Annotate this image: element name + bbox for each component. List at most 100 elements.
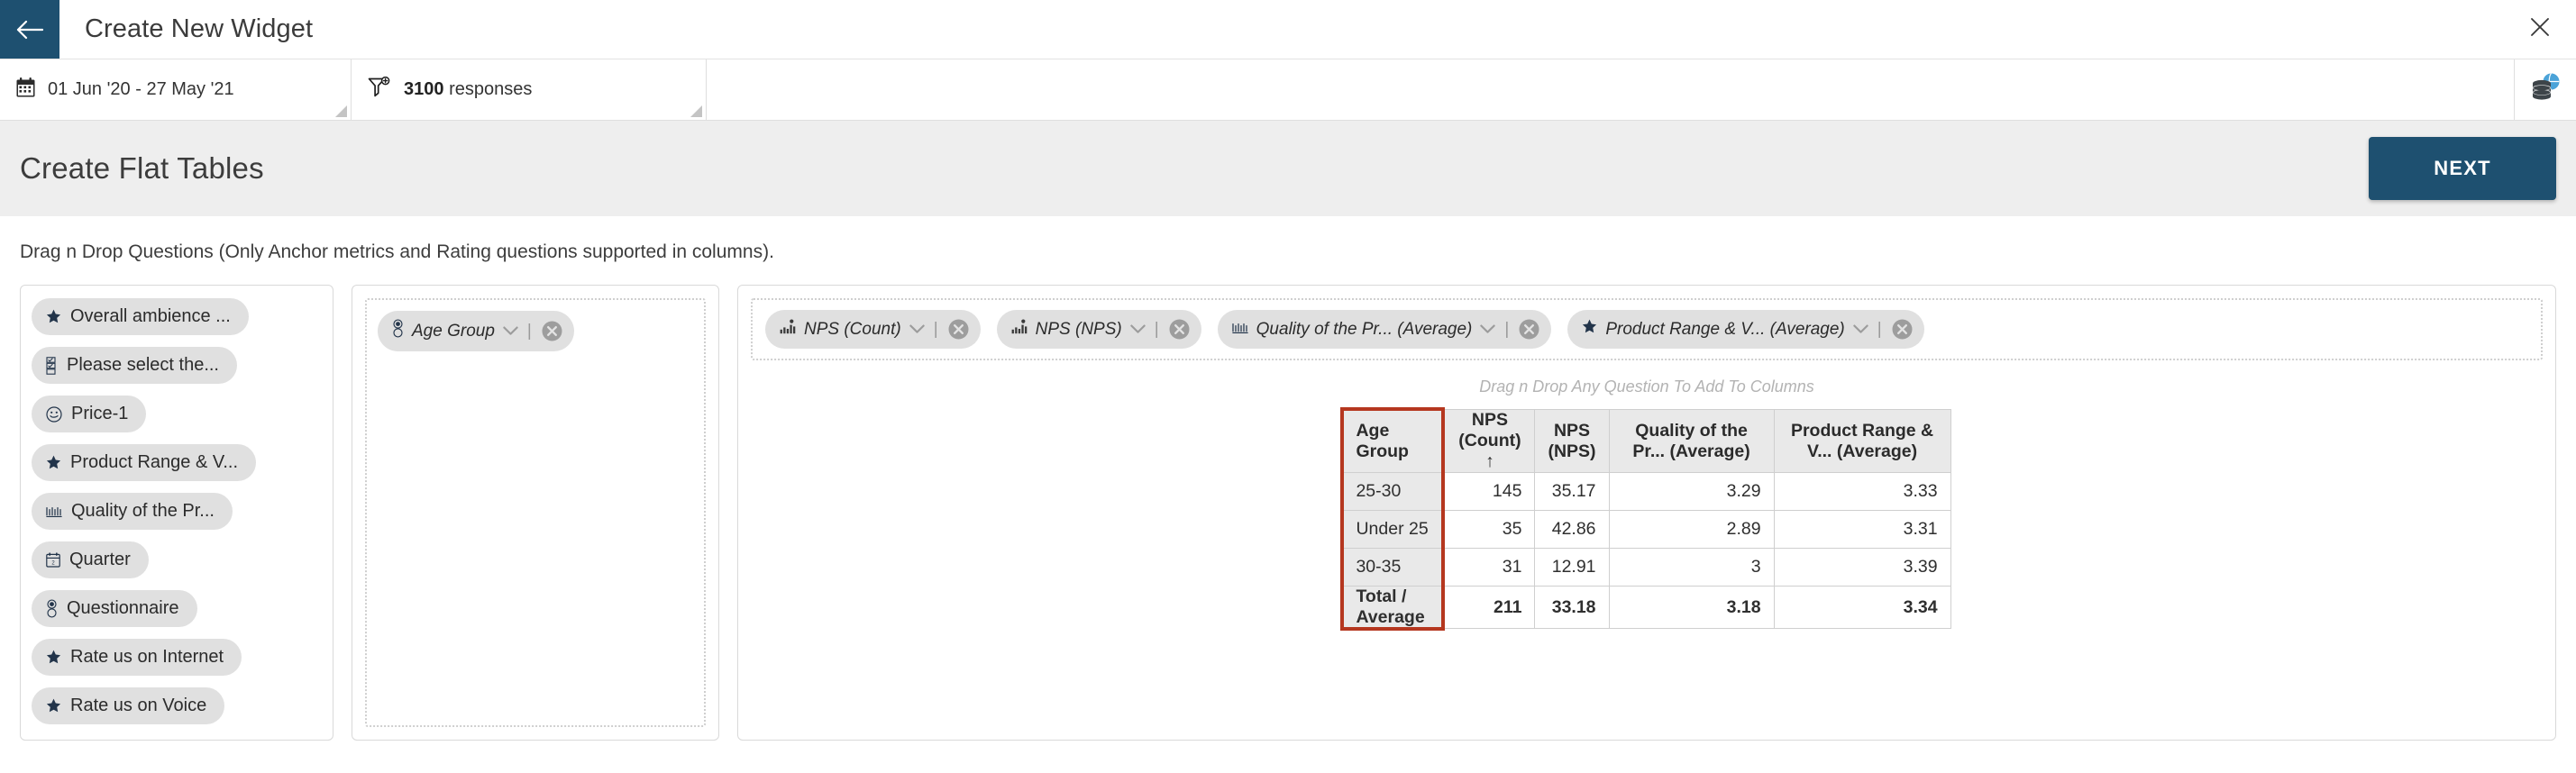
row-dimension-cell: Under 25	[1342, 510, 1446, 549]
remove-circle-icon[interactable]	[947, 318, 970, 341]
palette-item-label: Price-1	[71, 404, 129, 423]
palette-item-label: Rate us on Internet	[70, 647, 224, 667]
title-bar-spacer	[313, 0, 2504, 59]
chevron-down-icon[interactable]	[1480, 324, 1496, 334]
calendar-small-icon: 2	[46, 552, 60, 568]
palette-item-label: Quality of the Pr...	[71, 501, 215, 521]
row-dimension-cell: Total / Average	[1342, 586, 1446, 629]
palette-item[interactable]: 2 Quarter	[32, 541, 149, 578]
columns-drop-hint: Drag n Drop Any Question To Add To Colum…	[1479, 377, 1814, 396]
table-row[interactable]: Under 25 35 42.86 2.89 3.31	[1342, 510, 1951, 549]
row-value-cell: 2.89	[1608, 510, 1775, 549]
row-value-cell: 3.39	[1773, 548, 1951, 587]
palette-item-label: Rate us on Voice	[70, 696, 207, 715]
remove-circle-icon[interactable]	[1168, 318, 1191, 341]
palette-item[interactable]: Rate us on Voice	[32, 687, 225, 724]
calendar-icon	[16, 77, 35, 103]
row-value-cell: 211	[1444, 586, 1536, 629]
palette-item[interactable]: Rate us on Internet	[32, 639, 242, 676]
table-row[interactable]: 30-35 31 12.91 3 3.39	[1342, 548, 1951, 587]
row-value-cell: 3.33	[1773, 472, 1951, 511]
page-header: Create Flat Tables NEXT	[0, 121, 2576, 216]
row-dimension-cell: 30-35	[1342, 548, 1446, 587]
chevron-down-icon[interactable]	[1130, 324, 1146, 334]
date-range-selector[interactable]: 01 Jun '20 - 27 May '21	[0, 59, 352, 120]
field-chip[interactable]: Age Group |	[378, 311, 574, 351]
rows-drop-zone[interactable]: Age Group |	[365, 298, 706, 727]
palette-item-label: Please select the...	[67, 355, 219, 375]
scale-icon	[1232, 320, 1248, 340]
smiley-icon	[46, 405, 62, 423]
field-chip-label: NPS (NPS)	[1035, 319, 1122, 339]
radio-icon	[46, 599, 58, 618]
palette-item[interactable]: Price-1	[32, 396, 147, 432]
filter-plus-icon	[368, 76, 391, 104]
chevron-down-icon[interactable]	[909, 324, 925, 334]
remove-circle-icon[interactable]	[1891, 318, 1914, 341]
context-bar: 01 Jun '20 - 27 May '21 3100 responses	[0, 59, 2576, 121]
preview-table[interactable]: Age Group NPS (Count) ↑ NPS (NPS) Quality o…	[1342, 409, 1951, 629]
arrow-left-icon	[16, 20, 43, 40]
palette-item[interactable]: Overall ambience ...	[32, 298, 249, 335]
star-icon	[46, 650, 61, 665]
row-value-cell: 3.29	[1608, 472, 1775, 511]
palette-item[interactable]: Product Range & V...	[32, 444, 257, 481]
row-dimension-cell: 25-30	[1342, 472, 1446, 511]
palette-item[interactable]: Please select the...	[32, 347, 237, 384]
scale-icon	[46, 505, 62, 518]
columns-and-preview-panel: NPS (Count) | NPS (NPS) | Quality of the Pr.…	[737, 285, 2556, 741]
chevron-down-icon[interactable]	[503, 326, 518, 336]
palette-item-label: Product Range & V...	[70, 452, 239, 472]
page-title: Create Flat Tables	[20, 151, 264, 185]
preview-header-cell[interactable]: Product Range & V... (Average)	[1773, 409, 1951, 473]
database-globe-icon	[2527, 71, 2563, 108]
close-button[interactable]	[2504, 0, 2576, 59]
checklist-icon	[46, 356, 58, 375]
table-row[interactable]: 25-30 145 35.17 3.29 3.33	[1342, 472, 1951, 511]
response-filter-selector[interactable]: 3100 responses	[352, 59, 707, 120]
preview-header-cell[interactable]: Age Group	[1342, 409, 1446, 473]
window-title: Create New Widget	[85, 14, 314, 43]
row-value-cell: 3.18	[1608, 586, 1775, 629]
radio-icon	[392, 319, 404, 343]
preview-header-cell[interactable]: NPS (NPS)	[1534, 409, 1610, 473]
palette-item[interactable]: Questionnaire	[32, 590, 197, 627]
date-cell-resize-handle[interactable]	[335, 105, 347, 117]
columns-drop-zone[interactable]: NPS (Count) | NPS (NPS) | Quality of the Pr.…	[751, 298, 2543, 360]
remove-circle-icon[interactable]	[541, 320, 563, 342]
questions-palette[interactable]: Overall ambience ... Please select the...…	[20, 285, 333, 741]
preview-header-cell[interactable]: Quality of the Pr... (Average)	[1608, 409, 1775, 473]
chip-separator: |	[1154, 319, 1159, 339]
star-icon	[1582, 319, 1597, 340]
palette-item[interactable]: Quality of the Pr...	[32, 493, 233, 530]
back-button[interactable]	[0, 0, 59, 59]
next-button[interactable]: NEXT	[2369, 137, 2556, 200]
remove-circle-icon[interactable]	[1518, 318, 1540, 341]
response-cell-resize-handle[interactable]	[690, 105, 702, 117]
field-chip[interactable]: NPS (NPS) |	[996, 310, 1201, 349]
preview-header-row: Age Group NPS (Count) ↑ NPS (NPS) Quality o…	[1342, 409, 1951, 473]
field-chip[interactable]: Product Range & V... (Average) |	[1567, 310, 1924, 349]
field-chip-label: NPS (Count)	[804, 319, 901, 339]
field-chip[interactable]: Quality of the Pr... (Average) |	[1217, 310, 1552, 349]
field-chip[interactable]: NPS (Count) |	[765, 310, 981, 349]
rows-drop-panel[interactable]: Age Group |	[352, 285, 719, 741]
response-count: 3100	[404, 79, 444, 99]
table-row[interactable]: Total / Average 211 33.18 3.18 3.34	[1342, 586, 1951, 629]
star-icon	[46, 698, 61, 714]
metric-bars-icon	[1011, 319, 1028, 340]
date-range-label: 01 Jun '20 - 27 May '21	[48, 79, 234, 99]
field-chip-label: Quality of the Pr... (Average)	[1256, 319, 1473, 339]
svg-text:2: 2	[51, 560, 55, 566]
star-icon	[46, 455, 61, 470]
row-value-cell: 31	[1444, 548, 1536, 587]
data-source-button[interactable]	[2515, 59, 2576, 120]
row-value-cell: 35.17	[1534, 472, 1610, 511]
chevron-down-icon[interactable]	[1853, 324, 1868, 334]
response-count-group: 3100 responses	[404, 79, 532, 100]
close-icon	[2529, 16, 2551, 42]
row-value-cell: 42.86	[1534, 510, 1610, 549]
title-bar: Create New Widget	[0, 0, 2576, 59]
preview-table-body: 25-30 145 35.17 3.29 3.33 Under 25 35 42.86 2.89…	[1342, 472, 1951, 629]
preview-header-cell[interactable]: NPS (Count) ↑	[1444, 409, 1536, 473]
